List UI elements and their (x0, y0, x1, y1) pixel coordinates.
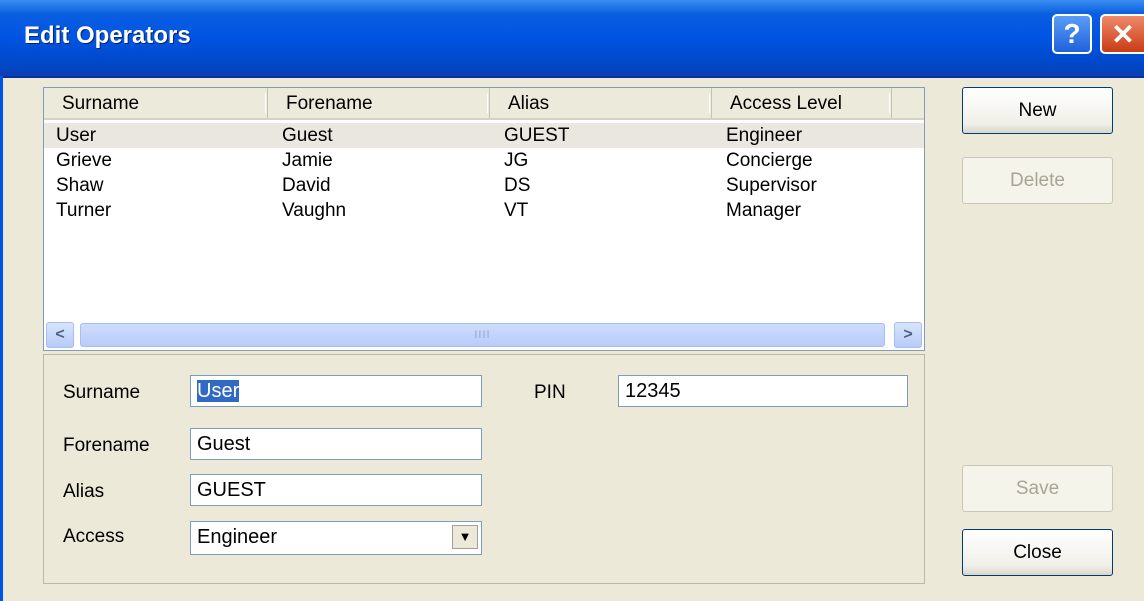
operator-details-group: Surname User PIN 12345 Forename Guest Al… (43, 354, 925, 584)
cell-forename: Jamie (282, 150, 333, 171)
dropdown-arrow-icon[interactable]: ▼ (452, 525, 478, 549)
chevron-right-icon: > (903, 326, 913, 343)
list-row[interactable]: User Guest GUEST Engineer (44, 123, 924, 148)
forename-label: Forename (63, 435, 150, 456)
title-bar[interactable]: Edit Operators ? ✕ (0, 0, 1144, 78)
cell-alias: GUEST (504, 125, 570, 146)
window-title: Edit Operators (24, 22, 191, 49)
column-header-access-level[interactable]: Access Level (712, 88, 892, 118)
new-button[interactable]: New (962, 87, 1113, 134)
scroll-left-button[interactable]: < (46, 322, 74, 348)
access-select[interactable]: Engineer ▼ (190, 521, 482, 555)
cell-surname: Turner (56, 200, 112, 221)
scroll-right-button[interactable]: > (894, 322, 922, 348)
alias-value: GUEST (197, 479, 266, 501)
list-row[interactable]: Turner Vaughn VT Manager (44, 198, 924, 223)
forename-value: Guest (197, 433, 251, 455)
pin-field[interactable]: 12345 (618, 375, 908, 407)
cell-forename: Guest (282, 125, 333, 146)
close-icon: ✕ (1111, 18, 1135, 50)
cell-forename: David (282, 175, 331, 196)
cell-surname: Shaw (56, 175, 104, 196)
grip-icon: IIII (474, 329, 491, 341)
surname-value: User (197, 380, 240, 402)
access-label: Access (63, 526, 125, 547)
pin-label: PIN (534, 382, 566, 403)
close-window-button[interactable]: ✕ (1100, 14, 1144, 54)
list-row[interactable]: Grieve Jamie JG Concierge (44, 148, 924, 173)
list-row[interactable]: Shaw David DS Supervisor (44, 173, 924, 198)
cell-alias: DS (504, 175, 531, 196)
operators-list[interactable]: Surname Forename Alias Access Level User… (43, 87, 925, 351)
window-border (0, 76, 3, 601)
column-header-forename[interactable]: Forename (268, 88, 490, 118)
cell-alias: VT (504, 200, 529, 221)
access-value: Engineer (197, 526, 278, 548)
cell-surname: User (56, 125, 97, 146)
cell-alias: JG (504, 150, 529, 171)
cell-access: Concierge (726, 150, 813, 171)
cell-access: Engineer (726, 125, 803, 146)
surname-label: Surname (63, 382, 141, 403)
column-header-surname[interactable]: Surname (44, 88, 268, 118)
delete-button[interactable]: Delete (962, 157, 1113, 204)
close-button[interactable]: Close (962, 529, 1113, 576)
column-header-alias[interactable]: Alias (490, 88, 712, 118)
cell-forename: Vaughn (282, 200, 347, 221)
scroll-thumb[interactable]: IIII (80, 323, 885, 347)
cell-access: Supervisor (726, 175, 817, 196)
alias-field[interactable]: GUEST (190, 474, 482, 506)
help-button[interactable]: ? (1052, 14, 1092, 54)
help-icon: ? (1063, 18, 1081, 49)
forename-field[interactable]: Guest (190, 428, 482, 460)
list-header: Surname Forename Alias Access Level (44, 88, 924, 120)
save-button[interactable]: Save (962, 465, 1113, 512)
cell-access: Manager (726, 200, 801, 221)
alias-label: Alias (63, 481, 105, 502)
chevron-left-icon: < (55, 326, 65, 343)
pin-value: 12345 (625, 380, 681, 402)
surname-field[interactable]: User (190, 375, 482, 407)
cell-surname: Grieve (56, 150, 112, 171)
horizontal-scrollbar[interactable]: < IIII > (44, 320, 924, 350)
